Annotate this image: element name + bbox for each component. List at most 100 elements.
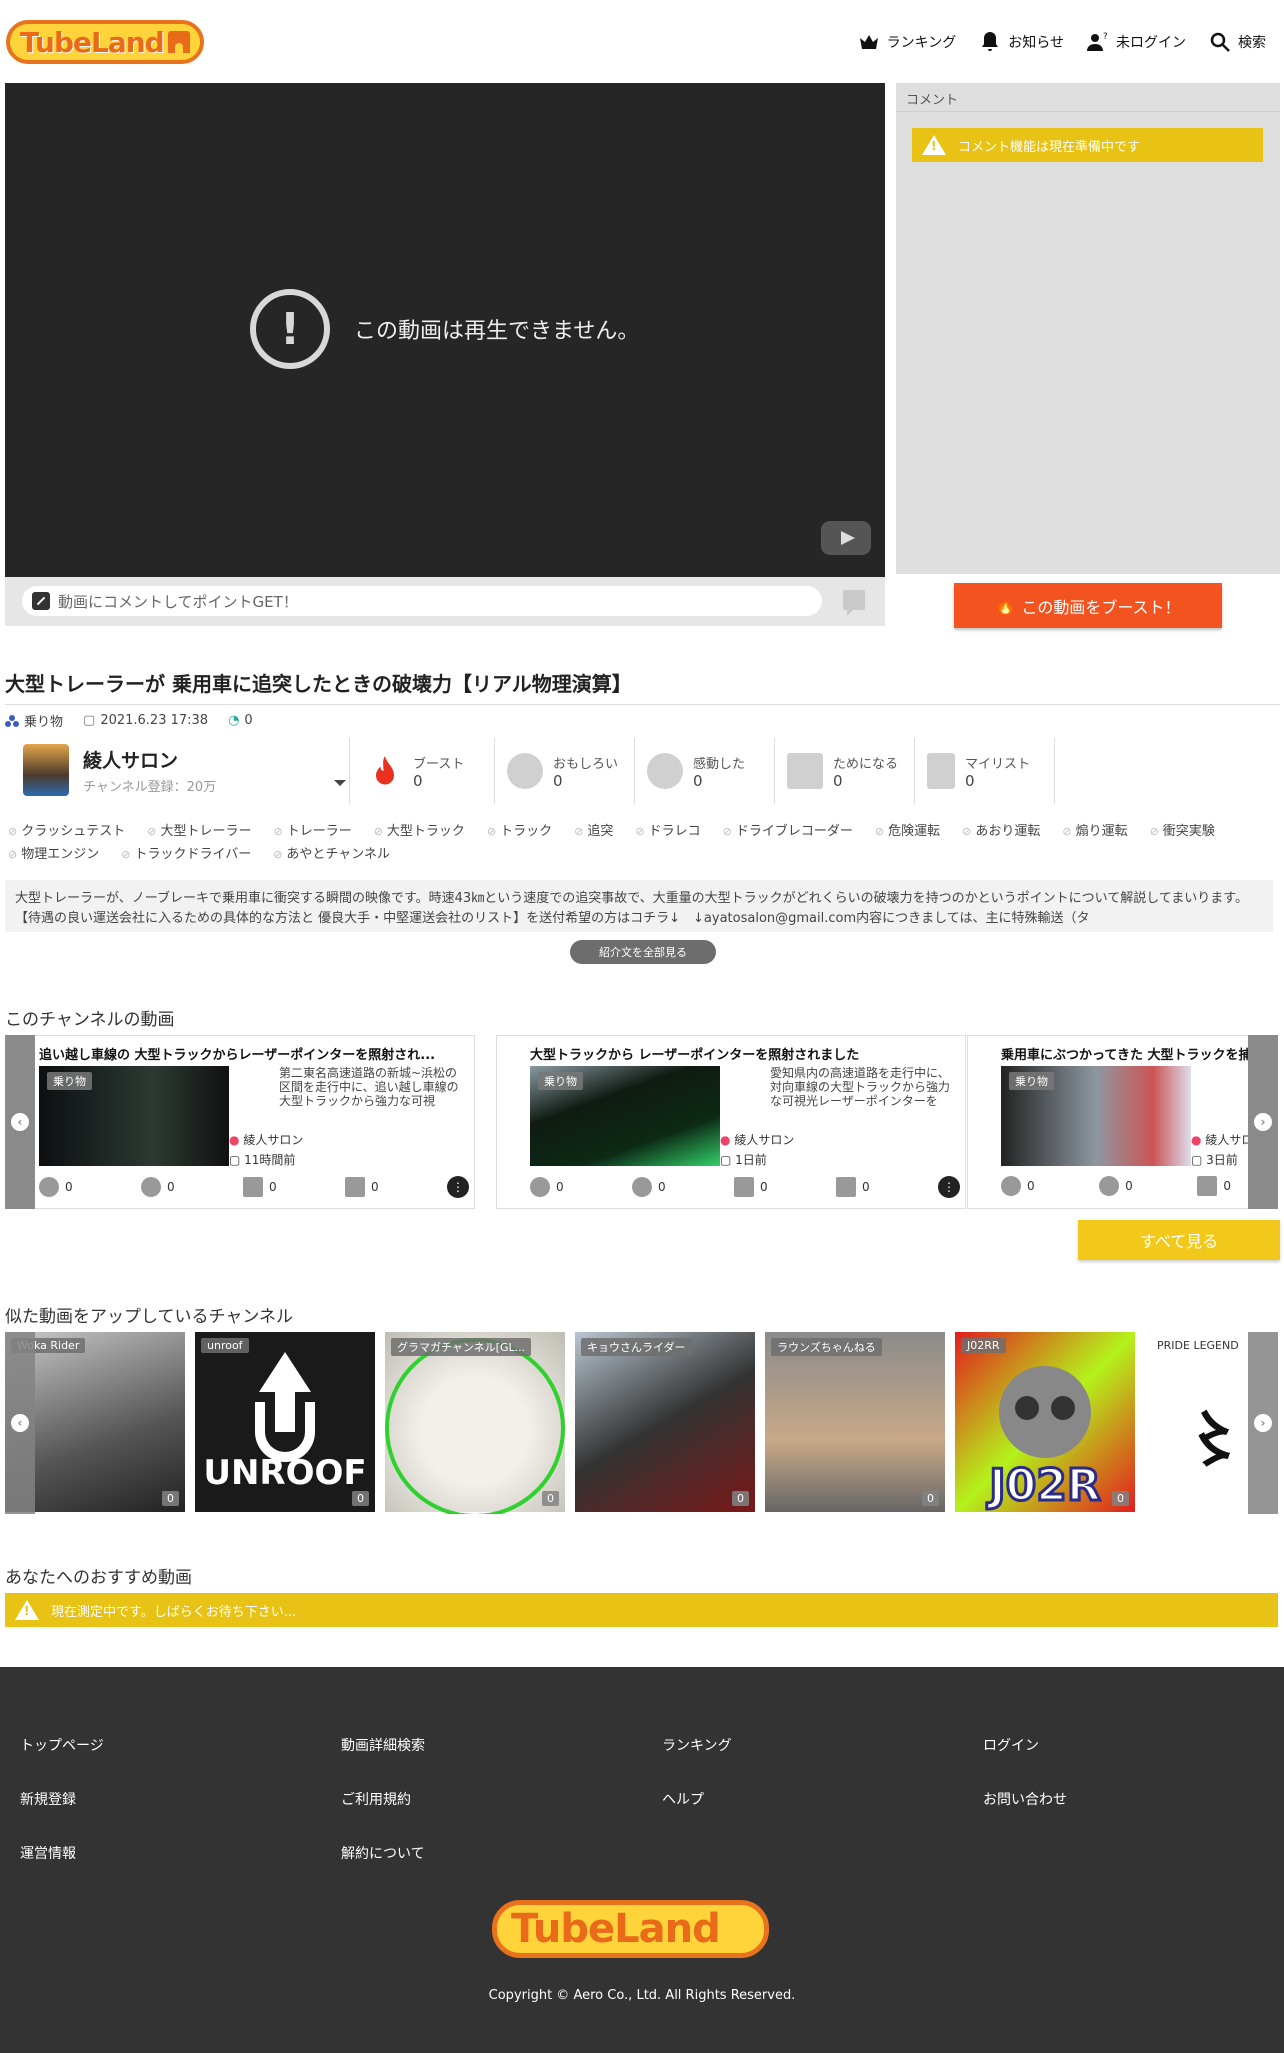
site-logo[interactable]: TubeLand bbox=[6, 20, 204, 64]
useful-count: 0 bbox=[243, 1176, 277, 1198]
video-card-title[interactable]: 大型トラックから レーザーポインターを照射されました bbox=[530, 1044, 960, 1063]
avatar[interactable] bbox=[23, 744, 69, 796]
tag[interactable]: 物理エンジン bbox=[8, 843, 99, 862]
comment-count: 0 bbox=[836, 1176, 870, 1198]
comment-input[interactable]: 動画にコメントしてポイントGET！ bbox=[22, 586, 822, 616]
tag[interactable]: クラッシュテスト bbox=[8, 820, 125, 839]
tag[interactable]: 大型トレーラー bbox=[147, 820, 251, 839]
stat-label: 感動した bbox=[693, 756, 746, 772]
recommend-notice-text: 現在測定中です。しばらくお待ち下さい... bbox=[51, 1604, 297, 1620]
video-player[interactable]: ! この動画は再生できません。 bbox=[5, 83, 885, 577]
footer-link-help[interactable]: ヘルプ bbox=[662, 1789, 704, 1809]
tag[interactable]: あおり運転 bbox=[962, 820, 1040, 839]
more-options-icon[interactable]: ⋮ bbox=[938, 1176, 960, 1198]
boost-count-text: 0 bbox=[244, 713, 253, 728]
book-icon bbox=[243, 1177, 263, 1197]
boost-count: ◔ 0 bbox=[228, 713, 253, 728]
stat-boost[interactable]: ブースト 0 bbox=[355, 738, 495, 804]
crying-face-icon bbox=[1099, 1176, 1120, 1196]
category[interactable]: 乗り物 bbox=[5, 711, 63, 730]
youtube-icon[interactable] bbox=[821, 521, 871, 555]
copyright: Copyright © Aero Co., Ltd. All Rights Re… bbox=[488, 1988, 796, 2003]
footer-link-contact[interactable]: お問い合わせ bbox=[983, 1789, 1067, 1809]
footer-logo[interactable]: TubeLand bbox=[492, 1900, 769, 1958]
stat-mylist[interactable]: マイリスト 0 bbox=[915, 738, 1055, 804]
channel-info[interactable]: 綾人サロン チャンネル登録：20万 bbox=[5, 738, 350, 804]
slider-prev-button[interactable]: ‹ bbox=[5, 1035, 35, 1209]
speech-bubble-icon[interactable] bbox=[843, 590, 865, 616]
video-thumbnail[interactable]: 乗り物 bbox=[1001, 1066, 1191, 1166]
nav-search[interactable]: 検索 bbox=[1208, 30, 1266, 54]
channel-card[interactable]: グラマガチャンネル[GL... 0 bbox=[385, 1332, 565, 1514]
stat-moved[interactable]: 感動した 0 bbox=[635, 738, 775, 804]
top-nav: ランキング お知らせ ? 未ログイン 検索 bbox=[857, 30, 1266, 54]
channel-card[interactable]: キョウさんライダー 0 bbox=[575, 1332, 755, 1512]
video-thumbnail[interactable]: 乗り物 bbox=[39, 1066, 229, 1166]
channel-card[interactable]: J02R J02RR 0 bbox=[955, 1332, 1135, 1513]
video-card[interactable]: 追い越し車線の 大型トラックからレーザーポインターを照射され... 乗り物 第二… bbox=[5, 1035, 475, 1209]
video-card-title[interactable]: 乗用車にぶつかってきた 大型トラックを捕ま bbox=[1001, 1044, 1278, 1063]
crown-icon bbox=[859, 35, 878, 49]
footer-link-terms[interactable]: ご利用規約 bbox=[341, 1789, 411, 1809]
book-icon bbox=[734, 1177, 754, 1197]
book-icon bbox=[787, 753, 823, 789]
channel-name[interactable]: 綾人サロン bbox=[83, 746, 178, 773]
video-card-author[interactable]: ● 綾人サロン bbox=[720, 1131, 794, 1148]
search-icon bbox=[1210, 32, 1230, 52]
useful-count: 0 bbox=[734, 1176, 768, 1198]
see-all-button[interactable]: すべて見る bbox=[1078, 1220, 1280, 1260]
video-thumbnail[interactable]: 乗り物 bbox=[530, 1066, 720, 1166]
channel-card[interactable]: ラウンズちゃんねる 0 bbox=[765, 1332, 945, 1512]
video-card-author[interactable]: ● 綾人サロン bbox=[229, 1131, 303, 1148]
more-options-icon[interactable]: ⋮ bbox=[447, 1176, 469, 1198]
pencil-icon bbox=[32, 592, 50, 610]
tag[interactable]: 危険運転 bbox=[875, 820, 940, 839]
video-card[interactable]: 乗用車にぶつかってきた 大型トラックを捕ま 乗り物 ● 綾人サロン ▢ 3日前 … bbox=[967, 1035, 1278, 1209]
tag[interactable]: 追突 bbox=[574, 820, 613, 839]
slider-prev-button[interactable]: ‹ bbox=[5, 1332, 35, 1514]
tag[interactable]: 大型トラック bbox=[374, 820, 465, 839]
unroof-logo: UNROOF bbox=[203, 1352, 367, 1493]
category-badge: 乗り物 bbox=[1009, 1072, 1054, 1090]
channel-card-name: グラマガチャンネル[GL... bbox=[391, 1338, 532, 1356]
footer-link-cancel[interactable]: 解約について bbox=[341, 1843, 425, 1863]
footer-link-top[interactable]: トップページ bbox=[20, 1735, 104, 1755]
tag[interactable]: ドライブレコーダー bbox=[723, 820, 853, 839]
footer-link-company[interactable]: 運営情報 bbox=[20, 1843, 76, 1863]
video-card-stats: 0 0 0 0 ⋮ bbox=[39, 1176, 469, 1198]
tag[interactable]: 煽り運転 bbox=[1062, 820, 1128, 839]
tag[interactable]: 衝突実験 bbox=[1150, 820, 1215, 839]
nav-login[interactable]: ? 未ログイン bbox=[1086, 30, 1186, 54]
video-description: 大型トレーラーが、ノーブレーキで乗用車に衝突する瞬間の映像です。時速43㎞という… bbox=[5, 880, 1273, 932]
footer-link-ranking[interactable]: ランキング bbox=[662, 1735, 732, 1755]
tag[interactable]: トレーラー bbox=[273, 820, 352, 839]
video-card-title[interactable]: 追い越し車線の 大型トラックからレーザーポインターを照射され... bbox=[39, 1044, 469, 1063]
svg-text:UNROOF: UNROOF bbox=[203, 1453, 366, 1493]
tag[interactable]: トラック bbox=[487, 820, 552, 839]
bell-icon bbox=[982, 32, 999, 51]
stat-useful[interactable]: ためになる 0 bbox=[775, 738, 915, 804]
flame-icon bbox=[376, 756, 394, 785]
boost-button[interactable]: 🔥 この動画をブースト！ bbox=[954, 583, 1222, 628]
footer-link-register[interactable]: 新規登録 bbox=[20, 1789, 76, 1809]
chevron-down-icon[interactable] bbox=[334, 780, 346, 786]
channel-card[interactable]: UNROOF unroof 0 bbox=[195, 1332, 375, 1512]
time-text: 3日前 bbox=[1206, 1153, 1238, 1167]
nav-ranking[interactable]: ランキング bbox=[857, 30, 956, 54]
show-more-button[interactable]: 紹介文を全部見る bbox=[570, 940, 716, 964]
tag[interactable]: トラックドライバー bbox=[121, 843, 251, 862]
slider-next-button[interactable]: › bbox=[1248, 1332, 1278, 1514]
stat-funny[interactable]: おもしろい 0 bbox=[495, 738, 635, 804]
video-card-time: ▢ 11時間前 bbox=[229, 1153, 296, 1167]
tag[interactable]: ドラレコ bbox=[635, 820, 701, 839]
footer-link-login[interactable]: ログイン bbox=[983, 1735, 1039, 1755]
channel-card-count: 0 bbox=[162, 1491, 179, 1506]
slider-next-button[interactable]: › bbox=[1248, 1035, 1278, 1209]
nav-notifications-label: お知らせ bbox=[1008, 35, 1064, 51]
channel-card-name: unroof bbox=[201, 1338, 249, 1353]
video-card[interactable]: 大型トラックから レーザーポインターを照射されました 乗り物 愛知県内の高速道路… bbox=[496, 1035, 966, 1209]
tag[interactable]: あやとチャンネル bbox=[273, 843, 390, 862]
footer-link-search[interactable]: 動画詳細検索 bbox=[341, 1735, 425, 1755]
nav-notifications[interactable]: お知らせ bbox=[978, 30, 1064, 54]
funny-count: 0 bbox=[39, 1176, 73, 1198]
